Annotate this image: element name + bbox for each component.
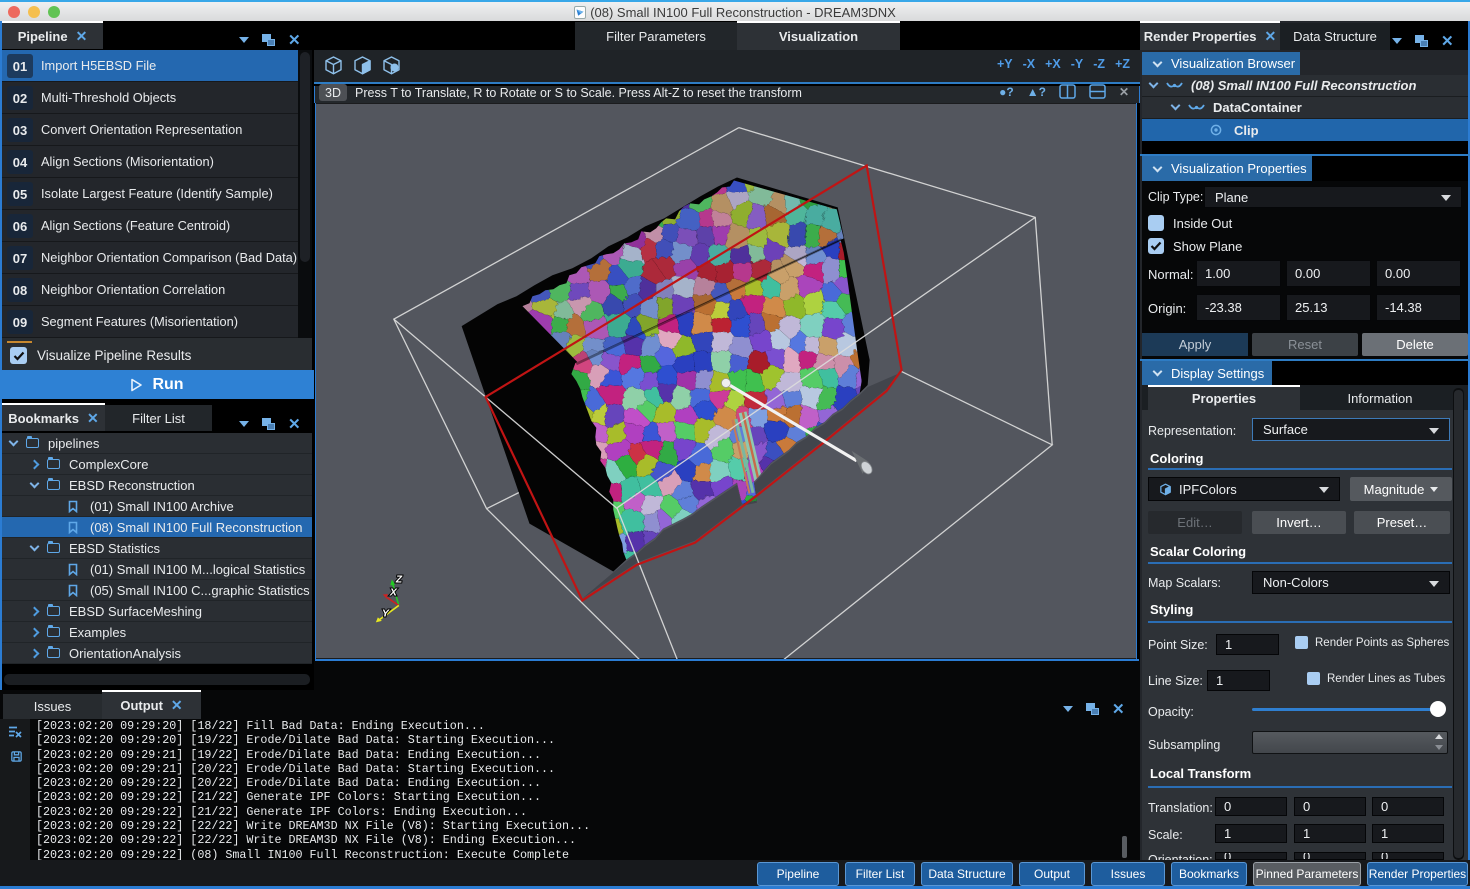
svg-text:Z: Z bbox=[395, 575, 403, 586]
svg-text:Y: Y bbox=[382, 608, 390, 619]
svg-text:X: X bbox=[389, 587, 398, 598]
